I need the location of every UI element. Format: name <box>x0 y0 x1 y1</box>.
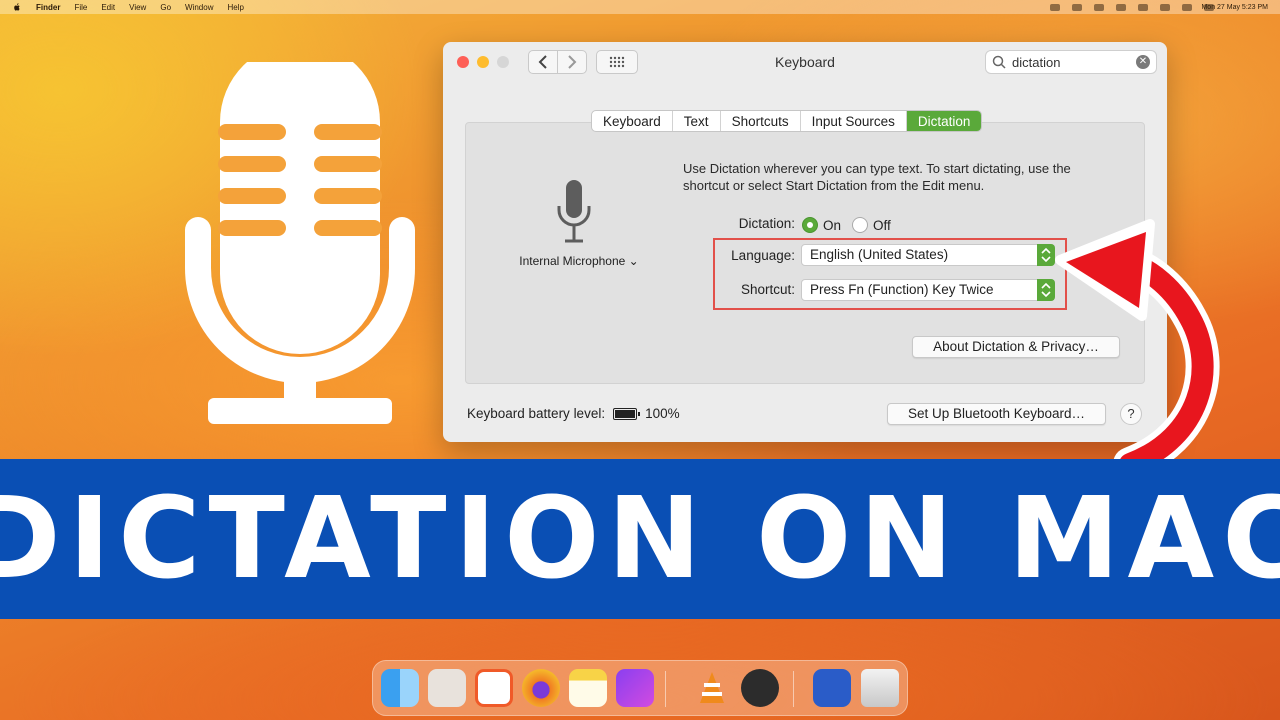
tab-text[interactable]: Text <box>673 111 721 131</box>
display-icon[interactable] <box>1138 3 1148 11</box>
battery-label: Keyboard battery level: <box>467 406 606 421</box>
brave-icon[interactable] <box>475 669 513 707</box>
clear-search-icon[interactable]: ✕ <box>1136 55 1150 69</box>
search-icon <box>992 55 1006 69</box>
wifi-icon[interactable] <box>1160 3 1170 11</box>
shortcut-select[interactable]: Press Fn (Function) Key Twice <box>801 279 1055 301</box>
apple-icon[interactable] <box>12 2 22 12</box>
status-icon[interactable] <box>1116 3 1126 11</box>
menu-app-name[interactable]: Finder <box>36 3 60 12</box>
vlc-icon[interactable] <box>693 669 731 707</box>
search-icon[interactable] <box>1182 3 1192 11</box>
quicktime-icon[interactable] <box>741 669 779 707</box>
dictation-off-label[interactable]: Off <box>873 218 891 233</box>
battery-row: Keyboard battery level: 100% <box>467 406 680 421</box>
toolbox-icon[interactable] <box>616 669 654 707</box>
menu-go[interactable]: Go <box>160 3 171 12</box>
tab-keyboard[interactable]: Keyboard <box>592 111 673 131</box>
dock-separator <box>665 671 666 707</box>
tab-input-sources[interactable]: Input Sources <box>801 111 907 131</box>
menu-edit[interactable]: Edit <box>101 3 115 12</box>
menu-file[interactable]: File <box>74 3 87 12</box>
dictation-on-label[interactable]: On <box>823 218 841 233</box>
status-icon[interactable] <box>1050 3 1060 11</box>
dictation-label: Dictation: <box>738 216 795 231</box>
menu-clock[interactable]: Mon 27 May 5:23 PM <box>1201 4 1268 11</box>
firefox-icon[interactable] <box>522 669 560 707</box>
shortcut-label: Shortcut: <box>740 282 795 297</box>
status-icons <box>1050 3 1214 11</box>
language-label: Language: <box>731 248 795 263</box>
notes-icon[interactable] <box>569 669 607 707</box>
title-banner: DICTATION ON MAC <box>0 459 1280 619</box>
language-value: English (United States) <box>810 247 949 262</box>
search-input[interactable] <box>1012 54 1132 70</box>
banner-title: DICTATION ON MAC <box>0 474 1280 604</box>
status-icon[interactable] <box>1072 3 1082 11</box>
battery-value: 100% <box>645 406 680 421</box>
language-select[interactable]: English (United States) <box>801 244 1055 266</box>
dictation-on-radio[interactable] <box>802 217 818 233</box>
dock <box>372 660 908 716</box>
microphone-source-select[interactable]: Internal Microphone ⌄ <box>509 254 649 268</box>
finder-icon[interactable] <box>381 669 419 707</box>
menu-bar: Finder File Edit View Go Window Help Mon… <box>0 0 1280 14</box>
curved-arrow-icon <box>1055 219 1220 474</box>
tab-shortcuts[interactable]: Shortcuts <box>721 111 801 131</box>
search-field[interactable]: ✕ <box>985 50 1157 74</box>
battery-icon <box>613 407 641 420</box>
microphone-icon <box>557 180 591 243</box>
microphone-icon <box>185 62 415 424</box>
dictation-off-radio[interactable] <box>852 217 868 233</box>
tab-bar: Keyboard Text Shortcuts Input Sources Di… <box>591 110 983 132</box>
headphones-icon[interactable] <box>1094 3 1104 11</box>
launchpad-icon[interactable] <box>428 669 466 707</box>
menu-view[interactable]: View <box>129 3 146 12</box>
dictation-description: Use Dictation wherever you can type text… <box>683 161 1071 193</box>
trash-icon[interactable] <box>861 669 899 707</box>
shortcut-value: Press Fn (Function) Key Twice <box>810 282 994 297</box>
menu-window[interactable]: Window <box>185 3 213 12</box>
window-icon[interactable] <box>813 669 851 707</box>
dock-separator <box>793 671 794 707</box>
tab-dictation[interactable]: Dictation <box>906 111 982 131</box>
menu-help[interactable]: Help <box>227 3 243 12</box>
titlebar: Keyboard ✕ <box>443 42 1167 82</box>
